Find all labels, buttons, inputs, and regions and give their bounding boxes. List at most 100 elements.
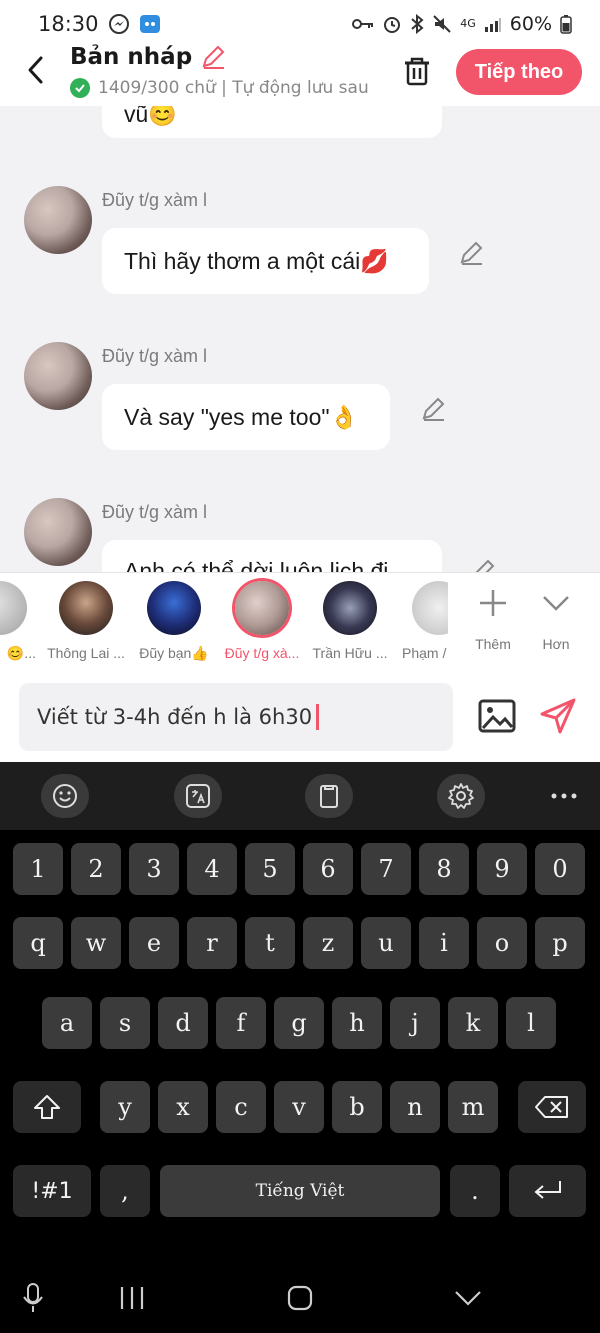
key[interactable]: i [419,917,469,969]
shift-icon [34,1095,60,1119]
key[interactable]: b [332,1081,382,1133]
send-button[interactable] [538,696,578,736]
symbols-key[interactable]: !#1 [13,1165,91,1217]
keyboard: 1 2 3 4 5 6 7 8 9 0 q w e r t z u i o p … [0,762,600,1262]
edit-icon[interactable] [458,240,484,266]
character-avatar [147,581,201,635]
avatar[interactable] [24,186,92,254]
key[interactable]: 2 [71,843,121,895]
edit-icon[interactable] [420,396,446,422]
message-bubble[interactable]: Anh có thể dời luôn lịch đi [102,540,442,572]
collapse-button[interactable]: Hơn [526,587,586,652]
sender-name: Đũy t/g xàm l [102,502,208,522]
chat-area[interactable]: vũ😊 Đũy t/g xàm l Thì hãy thơm a một cái… [0,106,600,572]
avatar[interactable] [24,342,92,410]
microphone-icon [23,1283,43,1312]
signal-icon [484,16,502,32]
back-button[interactable] [18,52,54,88]
character-item-selected[interactable]: Đũy t/g xà... [222,581,302,661]
clipboard-icon [320,785,338,808]
character-name: Trần Hữu ... [312,645,388,661]
avatar[interactable] [24,498,92,566]
key[interactable]: h [332,997,382,1049]
key[interactable]: o [477,917,527,969]
image-button[interactable] [478,698,516,734]
settings-button[interactable] [437,774,485,818]
shift-key[interactable] [13,1081,81,1133]
key[interactable]: 7 [361,843,411,895]
character-avatar [235,581,289,635]
send-icon [540,698,576,734]
key[interactable]: z [303,917,353,969]
key[interactable]: v [274,1081,324,1133]
key[interactable]: p [535,917,585,969]
message-input-value: Viết từ 3-4h đến h là 6h30 [37,705,313,729]
key[interactable]: c [216,1081,266,1133]
key[interactable]: 5 [245,843,295,895]
key[interactable]: k [448,997,498,1049]
key[interactable]: s [100,997,150,1049]
character-item[interactable]: Trần Hữu ... [310,581,390,661]
period-key[interactable]: . [450,1165,500,1217]
word-count-status: 1409/300 chữ | Tự động lưu sau [98,78,369,98]
translate-icon [186,784,210,808]
character-item[interactable]: 😊... [0,581,40,662]
enter-key[interactable] [509,1165,586,1217]
more-characters-button[interactable]: Thêm [463,587,523,652]
key[interactable]: t [245,917,295,969]
key[interactable]: a [42,997,92,1049]
enter-icon [533,1181,561,1199]
character-item[interactable]: Đũy bạn👍 [134,581,214,662]
image-icon [478,699,516,733]
recent-apps-button[interactable] [112,1282,152,1314]
key[interactable]: n [390,1081,440,1133]
character-name: 😊... [6,645,36,661]
pencil-icon[interactable] [200,44,226,70]
translate-button[interactable] [174,774,222,818]
key[interactable]: q [13,917,63,969]
key[interactable]: r [187,917,237,969]
key[interactable]: 9 [477,843,527,895]
key[interactable]: e [129,917,179,969]
character-item[interactable]: Thông Lai ... [46,581,126,661]
backspace-key[interactable] [518,1081,586,1133]
character-item[interactable]: Phạm / [398,581,448,661]
chevron-down-icon [543,596,569,611]
character-selector[interactable]: 😊... Thông Lai ... Đũy bạn👍 Đũy t/g xà..… [0,572,600,672]
key[interactable]: w [71,917,121,969]
draft-subtitle: 1409/300 chữ | Tự động lưu sau [70,78,375,98]
key[interactable]: d [158,997,208,1049]
key[interactable]: 4 [187,843,237,895]
key[interactable]: g [274,997,324,1049]
key[interactable]: m [448,1081,498,1133]
key[interactable]: 0 [535,843,585,895]
home-button[interactable] [280,1282,320,1314]
key[interactable]: 1 [13,843,63,895]
edit-icon[interactable] [470,558,496,572]
more-options-button[interactable] [546,784,582,808]
next-button[interactable]: Tiếp theo [456,49,582,95]
key[interactable]: 6 [303,843,353,895]
message-input[interactable]: Viết từ 3-4h đến h là 6h30 [19,683,453,751]
keyboard-toolbar [0,762,600,830]
emoji-button[interactable] [41,774,89,818]
microphone-button[interactable] [13,1282,53,1314]
backspace-icon [535,1096,568,1118]
key[interactable]: u [361,917,411,969]
comma-key[interactable]: , [100,1165,150,1217]
clipboard-button[interactable] [305,774,353,818]
key[interactable]: 3 [129,843,179,895]
key[interactable]: x [158,1081,208,1133]
key[interactable]: y [100,1081,150,1133]
key[interactable]: 8 [419,843,469,895]
app-header: Bản nháp 1409/300 chữ | Tự động lưu sau … [0,40,600,106]
space-key[interactable]: Tiếng Việt [160,1165,440,1217]
hide-keyboard-button[interactable] [448,1282,488,1314]
message-bubble-partial[interactable]: vũ😊 [102,106,442,138]
message-bubble[interactable]: Thì hãy thơm a một cái💋 [102,228,429,294]
key[interactable]: l [506,997,556,1049]
message-bubble[interactable]: Và say "yes me too"👌 [102,384,390,450]
delete-button[interactable] [400,54,434,88]
key[interactable]: j [390,997,440,1049]
key[interactable]: f [216,997,266,1049]
